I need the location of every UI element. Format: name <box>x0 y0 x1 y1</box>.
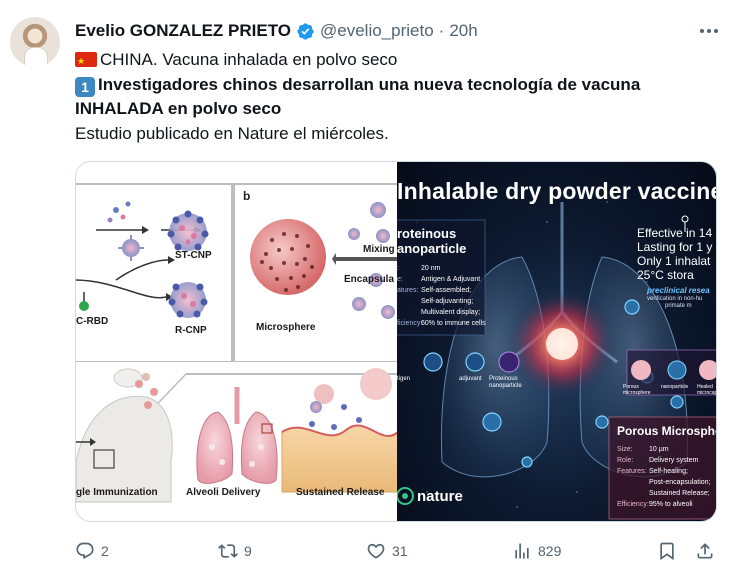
panel-b-label: b <box>243 189 251 203</box>
china-flag-icon <box>75 50 97 73</box>
tweet-line-4: Estudio publicado en Nature el miércoles… <box>75 124 389 143</box>
tweet-line-1: CHINA. Vacuna inhalada en polvo seco <box>75 48 397 73</box>
tweet-media[interactable]: b ST-CNP R-CNP C-RBD Microsphere Mixing … <box>75 161 717 522</box>
bookmark-icon <box>660 542 674 561</box>
r-cnp-label: R-CNP <box>175 325 207 336</box>
heart-icon <box>367 543 385 559</box>
proteinous-title: roteinous anoparticle <box>397 226 467 256</box>
preclinical-sub-2: primate m <box>665 303 692 309</box>
like-count: 31 <box>392 543 408 559</box>
like-button[interactable]: 31 <box>366 538 408 564</box>
reply-icon <box>76 542 94 560</box>
preclinical-sub: verification in non-hu <box>647 296 703 302</box>
avatar[interactable] <box>10 17 60 67</box>
mixing-label: Mixing <box>363 244 395 255</box>
nanoparticle-specs: :20 nm e: Antigen & Adjuvant atures: Self-… <box>397 265 486 327</box>
eq-label-nanoparticle: Proteinous nanoparticle <box>489 376 522 389</box>
encapsulation-label: Encapsula <box>344 274 395 285</box>
scientific-figure-image[interactable]: b ST-CNP R-CNP C-RBD Microsphere Mixing … <box>76 162 397 521</box>
views-bar-chart-icon <box>515 543 529 559</box>
tweet-timestamp[interactable]: 20h <box>449 21 477 41</box>
reply-count: 2 <box>101 543 109 559</box>
bookmark-button[interactable] <box>657 538 677 564</box>
tweet-header: Evelio GONZALEZ PRIETO @evelio_prieto · … <box>75 19 478 43</box>
micro-label-nanoparticle: nanoparticle <box>661 384 689 390</box>
porous-title: Porous Microsphere <box>617 424 716 438</box>
c-rbd-label: C-RBD <box>76 316 109 327</box>
microsphere-label: Microsphere <box>256 322 316 333</box>
effects-list: Effective in 14 da Lasting for 1 y Only … <box>637 226 716 282</box>
verified-badge-icon <box>297 22 314 40</box>
preclinical-label: preclinical resea <box>647 286 710 295</box>
alveoli-delivery-label: Alveoli Delivery <box>186 487 261 498</box>
views-button[interactable]: 829 <box>512 538 561 564</box>
st-cnp-label: ST-CNP <box>175 250 212 261</box>
figure-drawing <box>76 183 397 521</box>
tweet-line-3: INHALADA en polvo seco <box>75 99 282 118</box>
micro-label-porous: Porous microsphere <box>623 384 651 396</box>
reply-button[interactable]: 2 <box>75 538 109 564</box>
more-options-icon[interactable] <box>700 20 718 42</box>
micro-label-healed: Healed microcap <box>697 384 716 396</box>
sustained-release-label: Sustained Release <box>296 487 385 498</box>
eq-label-antigen: tigen <box>397 376 411 382</box>
nature-logo: nature <box>417 488 463 505</box>
repost-icon <box>218 544 238 558</box>
keycap-one-icon: 1 <box>75 77 95 97</box>
separator-dot: · <box>438 21 445 40</box>
author-name[interactable]: Evelio GONZALEZ PRIETO <box>75 21 291 41</box>
share-icon <box>697 543 713 559</box>
tweet-line-2: 1 Investigadores chinos desarrollan una n… <box>75 73 640 97</box>
repost-count: 9 <box>244 543 252 559</box>
eq-label-adjuvant: adjuvant <box>459 376 482 382</box>
infographic-title: Inhalable dry powder vaccine <box>397 178 716 204</box>
infographic-image[interactable]: Inhalable dry powder vaccine Effective i… <box>397 162 716 521</box>
immunization-label: gle Immunization <box>76 487 158 498</box>
author-handle[interactable]: @evelio_prieto <box>320 21 434 41</box>
repost-button[interactable]: 9 <box>218 538 252 564</box>
share-button[interactable] <box>695 538 715 564</box>
views-count: 829 <box>538 543 562 559</box>
porous-specs: Size: 10 µm Role: Delivery system Features… <box>617 446 711 508</box>
tweet-actions: 2 9 31 829 <box>75 538 717 566</box>
